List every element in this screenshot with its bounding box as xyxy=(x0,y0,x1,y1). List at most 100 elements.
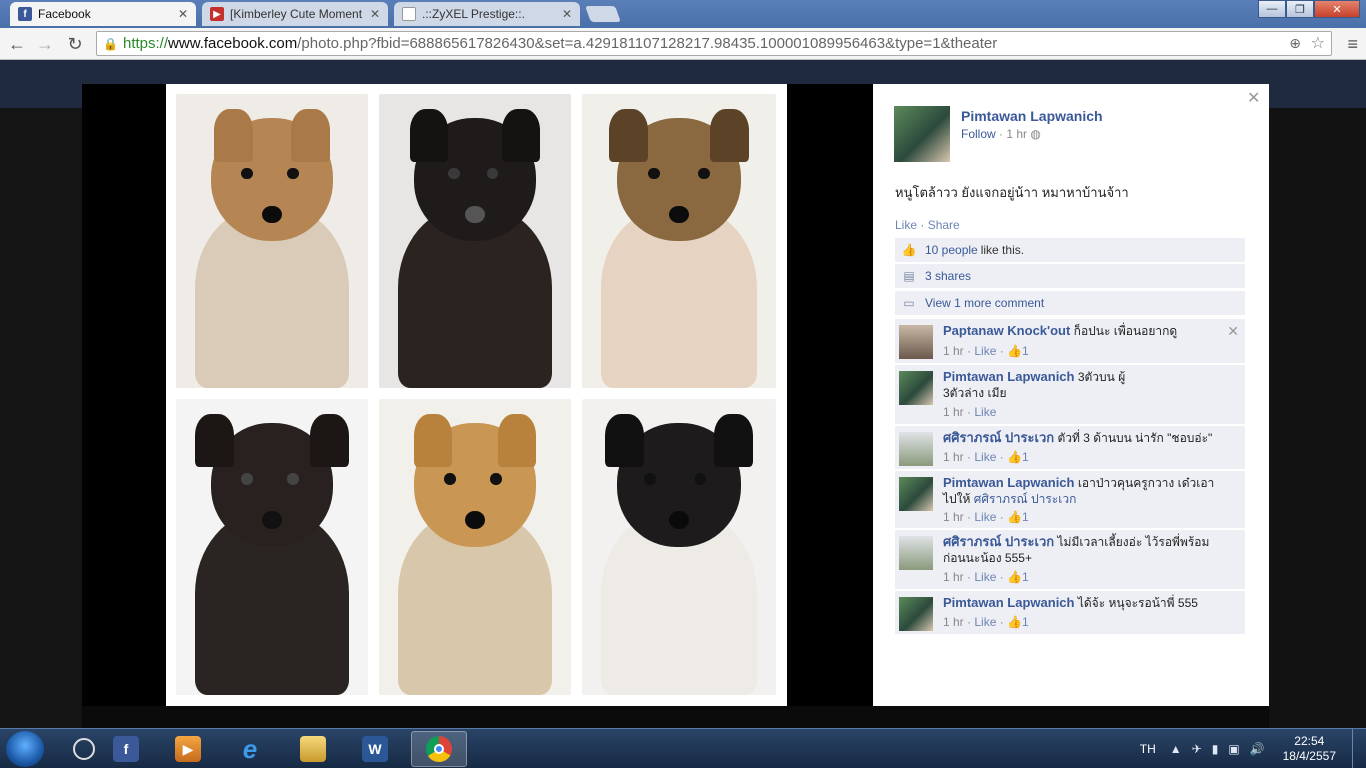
url-text: https://www.facebook.com/photo.php?fbid=… xyxy=(123,35,998,52)
comment-like-link[interactable]: Like xyxy=(974,405,996,419)
globe-icon: ◍ xyxy=(1030,127,1041,141)
follow-link[interactable]: Follow xyxy=(961,127,996,141)
chrome-icon xyxy=(426,736,452,762)
pin-icon[interactable]: ✈ xyxy=(1192,742,1202,756)
comment-text: ก็อปนะ เพื่อนอยากดู xyxy=(1073,324,1178,338)
shares-link[interactable]: 3 shares xyxy=(925,269,971,283)
photo-collage[interactable] xyxy=(166,84,787,706)
thumbs-up-icon: 👍 xyxy=(1007,510,1022,524)
tab-label: .::ZyXEL Prestige::. xyxy=(422,7,525,21)
clock[interactable]: 22:54 18/4/2557 xyxy=(1283,734,1336,764)
post-caption: หนูโตล้าวว ยังแจกอยู่น้าา หมาหาบ้านจ้าา xyxy=(895,185,1129,200)
comment-author[interactable]: Paptanaw Knock'out xyxy=(943,323,1070,338)
chrome-menu-icon[interactable]: ≡ xyxy=(1347,34,1358,55)
lock-icon: 🔒 xyxy=(103,36,118,51)
reload-icon[interactable]: ↻ xyxy=(64,33,86,55)
comment-like-link[interactable]: Like xyxy=(974,450,996,464)
comment-text: ก่อนนะน้อง 555+ xyxy=(943,551,1032,565)
puppy-photo-5 xyxy=(379,399,571,695)
facebook-icon: f xyxy=(113,736,139,762)
share-link[interactable]: Share xyxy=(928,218,960,232)
close-icon[interactable]: ✕ xyxy=(1247,88,1260,108)
zoom-icon[interactable]: ⊕ xyxy=(1289,35,1301,52)
avatar[interactable] xyxy=(899,536,933,570)
ie-icon: e xyxy=(242,733,258,764)
avatar[interactable] xyxy=(899,477,933,511)
tab-label: Facebook xyxy=(38,7,91,21)
comment-like-link[interactable]: Like xyxy=(974,344,996,358)
browser-toolbar: ← → ↻ 🔒 https://www.facebook.com/photo.p… xyxy=(0,28,1366,60)
shares-row: ▤ 3 shares xyxy=(895,264,1245,289)
avatar[interactable] xyxy=(894,106,950,162)
thumbs-up-icon: 👍 xyxy=(901,243,917,257)
battery-icon[interactable]: ▮ xyxy=(1212,742,1219,756)
view-more-comments-link[interactable]: View 1 more comment xyxy=(925,296,1044,310)
puppy-photo-6 xyxy=(582,399,776,695)
comment-author[interactable]: ศศิราภรณ์ ปาระเวก xyxy=(943,430,1054,445)
comment-like-link[interactable]: Like xyxy=(974,615,996,629)
comment-text: ไม่มีเวลาเลี้ยงอ่ะ ไว้รอพี่พร้อม xyxy=(1057,535,1210,549)
mention-link[interactable]: ศศิราภรณ์ ปาระเวก xyxy=(974,492,1077,506)
show-desktop-button[interactable] xyxy=(1352,729,1366,768)
sync-icon xyxy=(73,738,95,760)
explorer-icon xyxy=(300,736,326,762)
close-icon[interactable]: ✕ xyxy=(178,7,188,21)
comment-text: 3ตัวบน ผู้ xyxy=(1077,370,1126,384)
system-tray: TH ▲ ✈ ▮ ▣ 🔊 22:54 18/4/2557 xyxy=(1140,729,1366,768)
avatar[interactable] xyxy=(899,597,933,631)
thumbs-up-icon: 👍 xyxy=(1007,450,1022,464)
taskbar-item-explorer[interactable] xyxy=(287,731,339,767)
volume-icon[interactable]: 🔊 xyxy=(1250,742,1265,756)
close-icon[interactable]: ✕ xyxy=(1227,323,1239,340)
likes-link[interactable]: 10 people xyxy=(925,243,978,257)
comment-meta: 1 hr · Like · 👍1 xyxy=(943,450,1029,464)
avatar[interactable] xyxy=(899,325,933,359)
comment-text: 3ตัวล่าง เมีย xyxy=(943,386,1007,400)
network-icon[interactable]: ▣ xyxy=(1228,742,1239,756)
more-comments-row: ▭ View 1 more comment xyxy=(895,291,1245,316)
like-link[interactable]: Like xyxy=(895,218,917,232)
close-icon[interactable]: ✕ xyxy=(562,7,572,21)
comment-like-link[interactable]: Like xyxy=(974,510,996,524)
language-indicator[interactable]: TH xyxy=(1140,742,1156,756)
minimize-button[interactable]: — xyxy=(1258,0,1286,18)
forward-arrow-icon[interactable]: → xyxy=(34,33,56,55)
comment-text: ตัวที่ 3 ด้านบน น่ารัก "ชอบอ่ะ" xyxy=(1057,431,1213,445)
comment-author[interactable]: Pimtawan Lapwanich xyxy=(943,369,1074,384)
taskbar-item-chrome[interactable] xyxy=(411,731,467,767)
puppy-photo-4 xyxy=(176,399,368,695)
puppy-photo-1 xyxy=(176,94,368,388)
comment-author[interactable]: Pimtawan Lapwanich xyxy=(943,475,1074,490)
start-button[interactable] xyxy=(6,731,44,767)
avatar[interactable] xyxy=(899,371,933,405)
post-time: 1 hr xyxy=(1006,127,1028,141)
comment-author[interactable]: ศศิราภรณ์ ปาระเวก xyxy=(943,534,1054,549)
window-close-button[interactable]: ✕ xyxy=(1314,0,1360,18)
address-bar[interactable]: 🔒 https://www.facebook.com/photo.php?fbi… xyxy=(96,31,1332,56)
comment-meta: 1 hr · Like · 👍1 xyxy=(943,510,1029,524)
comment-icon: ▭ xyxy=(903,296,915,310)
taskbar-item-ie[interactable]: e xyxy=(224,731,276,767)
puppy-photo-3 xyxy=(582,94,776,388)
comment-author[interactable]: Pimtawan Lapwanich xyxy=(943,595,1074,610)
tab-youtube[interactable]: ▶ [Kimberley Cute Moment ✕ xyxy=(202,2,388,26)
comment-like-link[interactable]: Like xyxy=(974,570,996,584)
tab-label: [Kimberley Cute Moment xyxy=(230,7,363,21)
post-owner-name[interactable]: Pimtawan Lapwanich xyxy=(961,108,1103,124)
bookmark-star-icon[interactable]: ☆ xyxy=(1311,33,1325,53)
comment-meta: 1 hr · Like xyxy=(943,405,997,419)
back-arrow-icon[interactable]: ← xyxy=(6,33,28,55)
close-icon[interactable]: ✕ xyxy=(370,7,380,21)
maximize-button[interactable]: ❐ xyxy=(1286,0,1314,18)
taskbar-item-media-player[interactable]: ▶ xyxy=(162,731,214,767)
post-actions: Like · Share xyxy=(895,218,960,232)
tab-facebook[interactable]: f Facebook ✕ xyxy=(10,2,196,26)
tab-zyxel[interactable]: .::ZyXEL Prestige::. ✕ xyxy=(394,2,580,26)
puppy-photo-2 xyxy=(379,94,571,388)
taskbar-item-facebook[interactable]: f xyxy=(100,731,152,767)
new-tab-button[interactable] xyxy=(585,6,621,22)
show-hidden-icons-icon[interactable]: ▲ xyxy=(1170,742,1182,756)
taskbar-item-word[interactable]: W xyxy=(349,731,401,767)
avatar[interactable] xyxy=(899,432,933,466)
likes-row: 👍 10 people like this. xyxy=(895,238,1245,263)
